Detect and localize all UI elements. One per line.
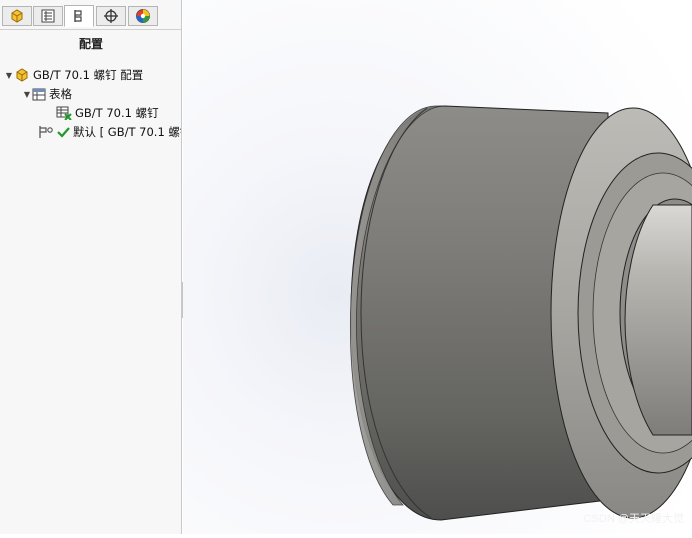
tree-item-tables[interactable]: ▼ 表格 (22, 85, 72, 103)
tree-item-default-configuration-label: 默认 [ GB/T 70.1 螺钉 (73, 125, 182, 139)
tree-item-root[interactable]: ▼ GB/T 70.1 螺钉 配置 (4, 66, 143, 84)
watermark-text: CSDN @天天睡大觉 (583, 513, 684, 525)
tab-display[interactable] (128, 6, 158, 26)
table-icon (32, 88, 46, 100)
tree-item-design-table-label: GB/T 70.1 螺钉 (75, 106, 159, 120)
tab-configurationmanager[interactable] (64, 5, 94, 27)
expand-arrow-icon[interactable]: ▼ (22, 90, 32, 99)
configuration-manager-panel: 配置 ▼ GB/T 70.1 螺钉 配置 ▼ 表格 GB/T 70.1 螺钉 默… (0, 0, 182, 534)
manager-tabs (0, 0, 181, 30)
crosshair-icon (104, 9, 118, 23)
config-pin-icon (39, 126, 53, 138)
part-icon (11, 9, 23, 23)
graphics-viewport[interactable]: CSDN @天天睡大觉 (183, 0, 692, 534)
expand-arrow-icon[interactable]: ▼ (4, 71, 14, 80)
properties-icon (41, 9, 55, 23)
checkmark-icon (57, 127, 70, 138)
tab-dimxpert[interactable] (96, 6, 126, 26)
screw-head-model (183, 0, 692, 534)
part-config-icon (16, 68, 28, 82)
color-wheel-icon (136, 9, 150, 23)
tree-item-design-table[interactable]: GB/T 70.1 螺钉 (56, 104, 159, 122)
tab-featuremanager[interactable] (2, 6, 32, 26)
configuration-icon (74, 10, 82, 22)
panel-title: 配置 (78, 37, 103, 51)
design-table-icon (56, 106, 72, 120)
tree-item-root-label: GB/T 70.1 螺钉 配置 (33, 68, 144, 82)
tab-propertymanager[interactable] (33, 6, 63, 26)
tree-item-tables-label: 表格 (49, 87, 72, 101)
tree-item-default-configuration[interactable]: 默认 [ GB/T 70.1 螺钉 (38, 123, 182, 141)
